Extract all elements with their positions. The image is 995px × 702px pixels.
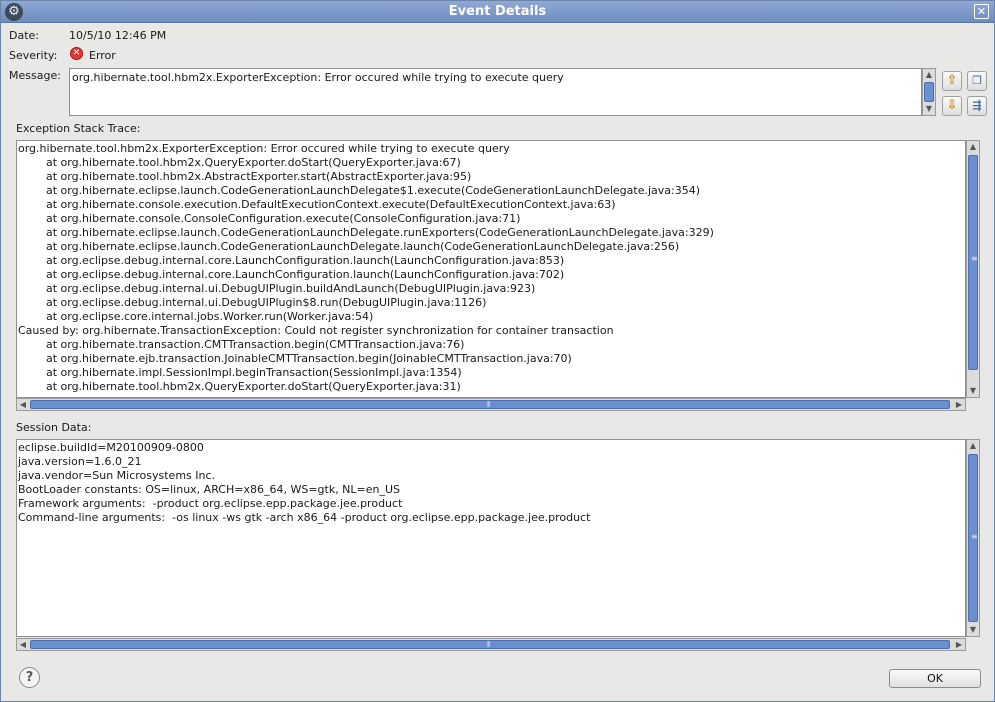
session-data-vscrollbar[interactable]: ▲ ≡ ▼: [966, 439, 980, 637]
session-data-hscrollbar[interactable]: ◀ ⦀ ▶: [16, 638, 966, 651]
copy-icon[interactable]: ❐: [967, 71, 987, 91]
text-line: at org.hibernate.eclipse.launch.CodeGene…: [18, 226, 714, 239]
text-line: at org.eclipse.core.internal.jobs.Worker…: [18, 310, 374, 323]
text-line: at org.hibernate.eclipse.launch.CodeGene…: [18, 184, 700, 197]
date-value: 10/5/10 12:46 PM: [69, 29, 167, 42]
message-field[interactable]: org.hibernate.tool.hbm2x.ExporterExcepti…: [69, 68, 922, 116]
close-icon[interactable]: ✕: [974, 4, 989, 19]
scroll-left-icon[interactable]: ◀: [17, 639, 29, 650]
scroll-down-icon[interactable]: ▼: [967, 385, 979, 397]
scroll-right-icon[interactable]: ▶: [953, 399, 965, 410]
scroll-up-icon[interactable]: ▲: [967, 440, 979, 452]
text-line: at org.eclipse.debug.internal.ui.DebugUI…: [18, 282, 536, 295]
date-label: Date:: [9, 29, 39, 42]
title-bar[interactable]: ⚙ Event Details ✕: [1, 1, 994, 23]
text-line: org.hibernate.tool.hbm2x.ExporterExcepti…: [18, 142, 510, 155]
text-line: at org.hibernate.tool.hbm2x.QueryExporte…: [18, 380, 461, 393]
session-data-text[interactable]: eclipse.buildId=M20100909-0800 java.versi…: [16, 439, 966, 637]
ok-button[interactable]: OK: [889, 669, 981, 688]
scroll-thumb[interactable]: [924, 82, 934, 102]
help-icon[interactable]: ?: [19, 667, 40, 688]
text-line: java.vendor=Sun Microsystems Inc.: [18, 469, 216, 482]
text-line: at org.eclipse.debug.internal.core.Launc…: [18, 254, 565, 267]
stack-trace-hscrollbar[interactable]: ◀ ⦀ ▶: [16, 398, 966, 411]
session-data-label: Session Data:: [16, 421, 92, 434]
scroll-left-icon[interactable]: ◀: [17, 399, 29, 410]
text-line: at org.hibernate.console.execution.Defau…: [18, 198, 616, 211]
severity-label: Severity:: [9, 49, 58, 62]
event-details-dialog: ⚙ Event Details ✕ Date: 10/5/10 12:46 PM…: [0, 0, 995, 702]
text-line: at org.eclipse.debug.internal.core.Launc…: [18, 268, 565, 281]
arrow-up-icon[interactable]: ⇧: [942, 71, 962, 91]
text-line: BootLoader constants: OS=linux, ARCH=x86…: [18, 483, 401, 496]
text-line: Framework arguments: -product org.eclips…: [18, 497, 403, 510]
text-line: at org.hibernate.tool.hbm2x.QueryExporte…: [18, 156, 461, 169]
stack-trace-vscrollbar[interactable]: ▲ ≡ ▼: [966, 140, 980, 398]
scroll-up-icon[interactable]: ▲: [967, 141, 979, 153]
text-line: Caused by: org.hibernate.TransactionExce…: [18, 324, 614, 337]
stack-trace-text[interactable]: org.hibernate.tool.hbm2x.ExporterExcepti…: [16, 140, 966, 398]
text-line: at org.hibernate.transaction.CMTTransact…: [18, 338, 465, 351]
arrow-down-icon[interactable]: ⇩: [942, 96, 962, 116]
text-line: at org.eclipse.debug.internal.ui.DebugUI…: [18, 296, 487, 309]
severity-value: Error: [89, 49, 116, 62]
message-label: Message:: [9, 69, 61, 82]
text-line: at org.hibernate.eclipse.launch.CodeGene…: [18, 240, 680, 253]
filter-icon[interactable]: ⇶: [967, 96, 987, 116]
scroll-down-icon[interactable]: ▼: [967, 624, 979, 636]
text-line: at org.hibernate.console.ConsoleConfigur…: [18, 212, 521, 225]
scroll-up-icon[interactable]: ▲: [923, 69, 935, 81]
message-text: org.hibernate.tool.hbm2x.ExporterExcepti…: [72, 71, 564, 84]
scroll-down-icon[interactable]: ▼: [923, 103, 935, 115]
text-line: java.version=1.6.0_21: [18, 455, 142, 468]
window-title: Event Details: [448, 4, 547, 19]
stack-trace-label: Exception Stack Trace:: [16, 122, 141, 135]
text-line: at org.hibernate.impl.SessionImpl.beginT…: [18, 366, 462, 379]
message-scrollbar[interactable]: ▲ ▼: [922, 68, 936, 116]
error-icon: ✕: [70, 47, 83, 60]
text-line: at org.hibernate.ejb.transaction.Joinabl…: [18, 352, 572, 365]
scroll-right-icon[interactable]: ▶: [953, 639, 965, 650]
text-line: Command-line arguments: -os linux -ws gt…: [18, 511, 591, 524]
text-line: at org.hibernate.tool.hbm2x.AbstractExpo…: [18, 170, 472, 183]
text-line: eclipse.buildId=M20100909-0800: [18, 441, 204, 454]
